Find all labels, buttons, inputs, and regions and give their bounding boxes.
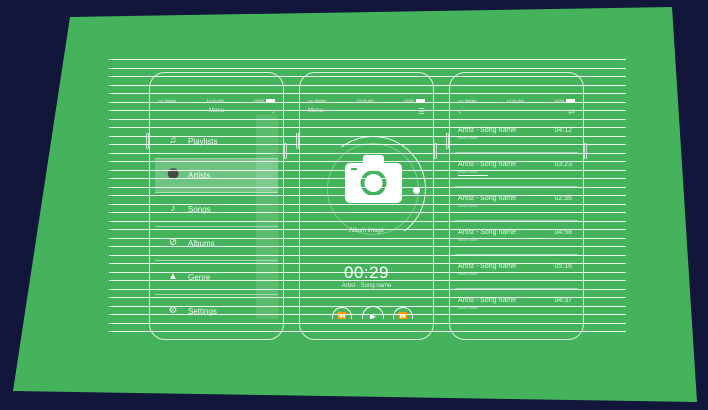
track-duration: 03:23: [554, 161, 572, 168]
horizontal-rule: [109, 170, 626, 171]
tracklist-header: ‹ ⇄: [458, 106, 575, 117]
side-button: [434, 143, 437, 159]
rewind-icon[interactable]: ⏪: [332, 307, 352, 319]
menu-link[interactable]: Menu: [308, 108, 323, 114]
horizontal-rule: [109, 263, 626, 264]
shuffle-icon[interactable]: ⇄: [568, 107, 575, 116]
horizontal-rule: [109, 93, 626, 94]
side-button: [284, 143, 287, 159]
menu-title: Menu: [208, 108, 224, 114]
horizontal-rule: [109, 255, 626, 256]
track-title: Artist - Song name: [458, 297, 516, 304]
horizontal-rule: [109, 110, 626, 111]
horizontal-rule: [109, 229, 626, 230]
track-duration: 05:16: [554, 263, 572, 270]
phone-tracklist: •••• Mobile 12:00 AM 100% ‹ ⇄ Artist - S…: [446, 72, 587, 340]
horizontal-rule: [109, 212, 626, 213]
track-title: Artist - Song name: [458, 161, 516, 168]
horizontal-rule: [109, 153, 626, 154]
track-progress: [458, 175, 488, 176]
horizontal-rule: [109, 204, 626, 205]
phone-player: •••• Mobile 12:00 AM 100% Menu ☰ Album i…: [296, 72, 437, 340]
menu-screen: •••• Mobile 12:00 AM 100% Menu › ♫ Playl…: [155, 95, 278, 319]
horizontal-rule: [109, 314, 626, 315]
horizontal-rule: [109, 280, 626, 281]
phone-menu: •••• Mobile 12:00 AM 100% Menu › ♫ Playl…: [146, 72, 287, 340]
chevron-left-icon[interactable]: ‹: [458, 106, 461, 116]
horizontal-rule: [109, 323, 626, 324]
horizontal-rule: [109, 187, 626, 188]
horizontal-rule: [109, 195, 626, 196]
track-title: Artist - Song name: [458, 195, 516, 202]
player-header: Menu ☰: [308, 107, 425, 117]
side-button: [584, 143, 587, 159]
horizontal-rule: [109, 289, 626, 290]
menu-item-settings[interactable]: ⚙ Settings: [155, 295, 278, 319]
track-title: Artist - Song name: [458, 263, 516, 270]
horizontal-rule: [109, 272, 626, 273]
horizontal-rule: [109, 297, 626, 298]
track-title: Artist - Song name: [458, 127, 516, 134]
track-duration: 04:37: [554, 297, 572, 304]
hamburger-icon[interactable]: ☰: [418, 107, 425, 116]
horizontal-rule: [109, 136, 626, 137]
progress-knob[interactable]: [413, 187, 420, 194]
horizontal-rule: [109, 144, 626, 145]
horizontal-rule: [109, 246, 626, 247]
track-duration: 04:58: [554, 229, 572, 236]
horizontal-rule: [109, 238, 626, 239]
play-icon[interactable]: ▶: [362, 306, 384, 319]
track-title: Artist - Song name: [458, 229, 516, 236]
horizontal-rule: [109, 119, 626, 120]
horizontal-rule: [109, 68, 626, 69]
tracklist-screen: •••• Mobile 12:00 AM 100% ‹ ⇄ Artist - S…: [455, 95, 578, 319]
horizontal-rule: [109, 59, 626, 60]
player-screen: •••• Mobile 12:00 AM 100% Menu ☰ Album i…: [305, 95, 428, 319]
fast-forward-icon[interactable]: ⏩: [393, 307, 413, 319]
track-duration: 02:56: [554, 195, 572, 202]
horizontal-rule: [109, 306, 626, 307]
horizontal-rule: [109, 127, 626, 128]
horizontal-rule: [109, 76, 626, 77]
horizontal-rule: [109, 331, 626, 332]
horizontal-rule: [109, 161, 626, 162]
horizontal-rule: [109, 85, 626, 86]
horizontal-rule: [109, 178, 626, 179]
track-duration: 04:12: [554, 127, 572, 134]
horizontal-rule: [109, 102, 626, 103]
horizontal-rule: [109, 221, 626, 222]
